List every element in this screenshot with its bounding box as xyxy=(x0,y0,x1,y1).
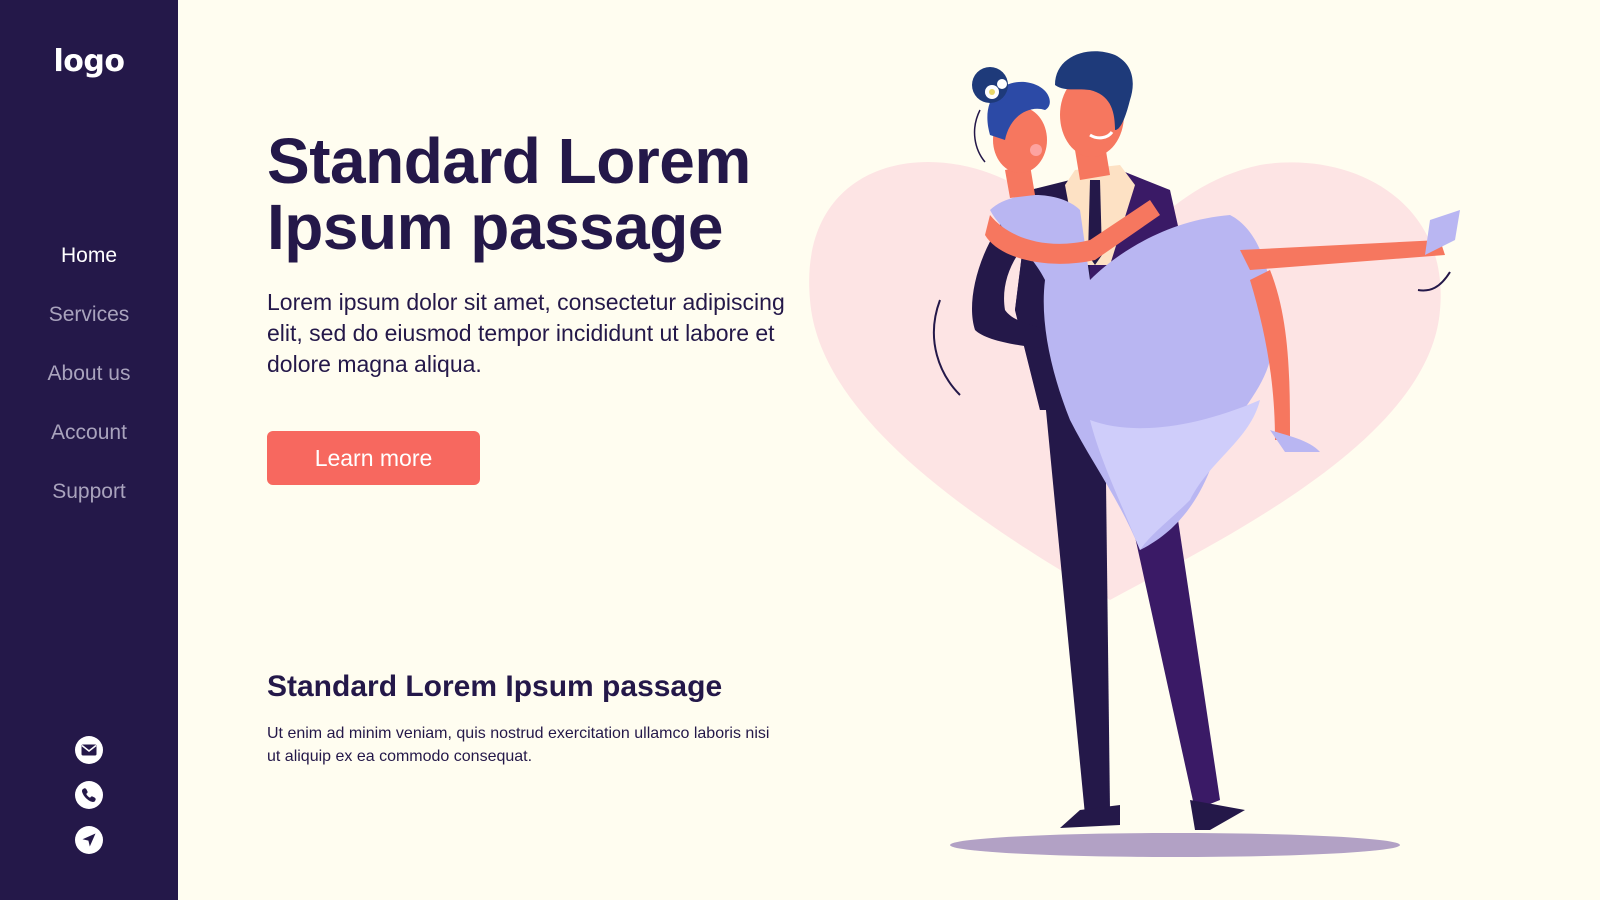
ground-shadow xyxy=(950,833,1400,857)
wedding-couple-illustration xyxy=(809,51,1460,857)
phone-icon[interactable] xyxy=(75,781,103,809)
main-nav: Home Services About us Account Support xyxy=(0,244,178,539)
section-title: Standard Lorem Ipsum passage xyxy=(267,670,723,703)
learn-more-button[interactable]: Learn more xyxy=(267,431,480,485)
nav-item-about-us[interactable]: About us xyxy=(0,362,178,421)
hero-description: Lorem ipsum dolor sit amet, consectetur … xyxy=(267,289,785,377)
logo[interactable]: logo xyxy=(0,44,178,79)
nav-item-services[interactable]: Services xyxy=(0,303,178,362)
hero-title: Standard Lorem Ipsum passage xyxy=(267,125,751,263)
sidebar: logo Home Services About us Account Supp… xyxy=(0,0,178,900)
section-description: Ut enim ad minim veniam, quis nostrud ex… xyxy=(267,725,770,765)
contact-links xyxy=(0,736,178,871)
navigation-arrow-icon[interactable] xyxy=(75,826,103,854)
nav-item-support[interactable]: Support xyxy=(0,480,178,539)
mail-icon[interactable] xyxy=(75,736,103,764)
nav-item-home[interactable]: Home xyxy=(0,244,178,303)
nav-item-account[interactable]: Account xyxy=(0,421,178,480)
